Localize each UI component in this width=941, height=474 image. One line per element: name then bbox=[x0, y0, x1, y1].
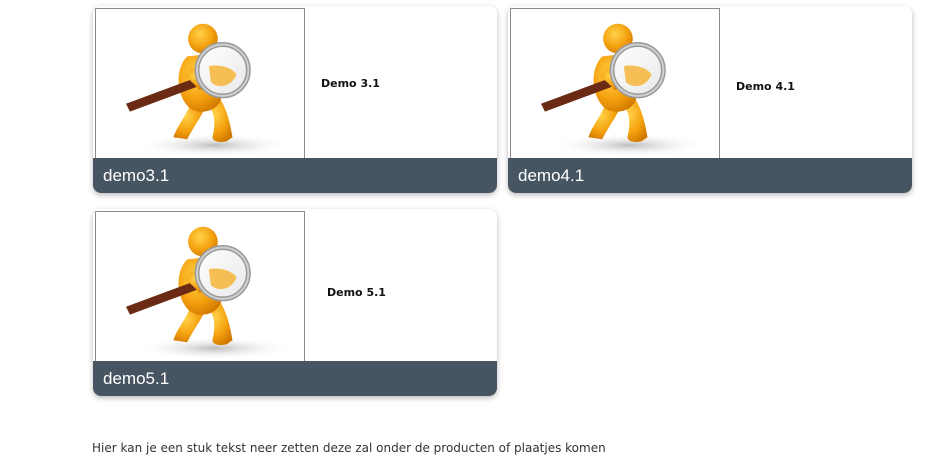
product-image[interactable] bbox=[95, 211, 305, 363]
product-image[interactable] bbox=[510, 8, 720, 160]
product-caption[interactable]: demo4.1 bbox=[508, 158, 912, 193]
product-image[interactable] bbox=[95, 8, 305, 160]
product-card[interactable]: Demo 4.1 demo4.1 bbox=[508, 6, 912, 193]
person-with-magnifying-glass-icon bbox=[511, 9, 719, 159]
product-card[interactable]: Demo 3.1 demo3.1 bbox=[93, 6, 497, 193]
product-caption[interactable]: demo3.1 bbox=[93, 158, 497, 193]
person-with-magnifying-glass-icon bbox=[96, 9, 304, 159]
product-description: Demo 3.1 bbox=[321, 77, 380, 90]
product-caption[interactable]: demo5.1 bbox=[93, 361, 497, 396]
product-description: Demo 5.1 bbox=[327, 286, 386, 299]
person-with-magnifying-glass-icon bbox=[96, 212, 304, 362]
footer-text: Hier kan je een stuk tekst neer zetten d… bbox=[92, 441, 606, 455]
product-card[interactable]: Demo 5.1 demo5.1 bbox=[93, 209, 497, 396]
product-description: Demo 4.1 bbox=[736, 80, 795, 93]
